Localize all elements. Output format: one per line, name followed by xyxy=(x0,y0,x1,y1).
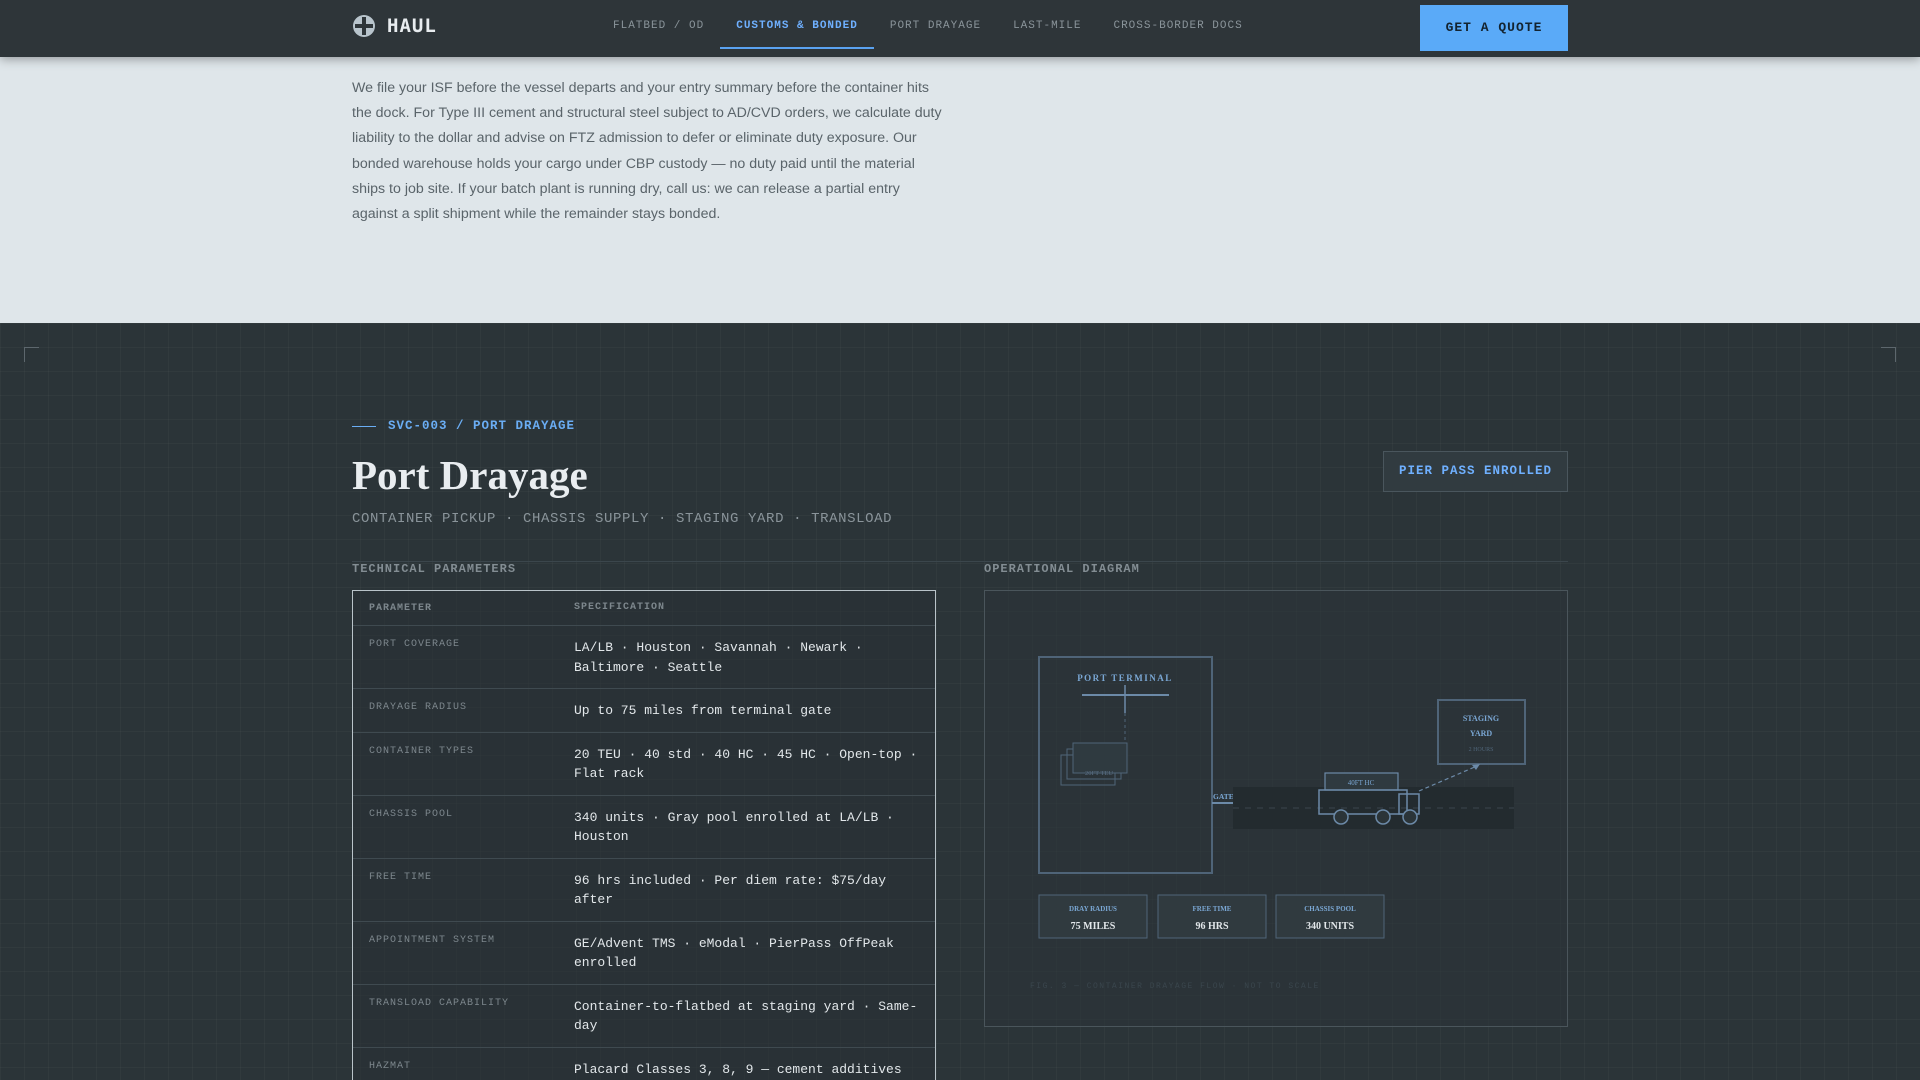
drayage-flow-svg: PORT TERMINAL 20FT TEU GATE 40FT HC STAG… xyxy=(1030,656,1526,991)
row-key: PORT COVERAGE xyxy=(369,639,461,650)
row-value: 20 TEU · 40 std · 40 HC · 45 HC · Open-t… xyxy=(574,746,918,782)
stat-value: 75 MILES xyxy=(1071,921,1116,932)
truck-wheel xyxy=(1375,809,1391,825)
corner-mark xyxy=(24,347,39,362)
staging-yard-sub: 2 HOURS xyxy=(1469,747,1494,753)
logo-icon xyxy=(353,15,375,37)
row-key: DRAYAGE RADIUS xyxy=(369,702,468,713)
row-key: TRANSLOAD CAPABILITY xyxy=(369,997,510,1009)
nav-link-cross-border[interactable]: CROSS-BORDER DOCS xyxy=(1097,0,1258,49)
row-value: 96 hrs included · Per diem rate: $75/day… xyxy=(574,872,887,908)
header-specification: SPECIFICATION xyxy=(574,602,666,614)
stat-value: 96 HRS xyxy=(1195,921,1229,932)
table-row: FREE TIME 96 hrs included · Per diem rat… xyxy=(353,859,935,922)
stack-label: 20FT TEU xyxy=(1085,770,1113,777)
road xyxy=(1233,787,1514,829)
row-value: LA/LB · Houston · Savannah · Newark · Ba… xyxy=(574,640,863,675)
table-row: DRAYAGE RADIUS Up to 75 miles from termi… xyxy=(353,689,935,733)
customs-paragraph: We file your ISF before the vessel depar… xyxy=(352,80,942,223)
service-title: Port Drayage xyxy=(352,452,588,498)
stat-label: CHASSIS POOL xyxy=(1304,905,1356,913)
container-stack-front xyxy=(1072,742,1128,774)
operational-diagram: PORT TERMINAL 20FT TEU GATE 40FT HC STAG… xyxy=(984,590,1568,1027)
pier-pass-badge: PIER PASS ENROLLED xyxy=(1383,451,1568,492)
row-value: Up to 75 miles from terminal gate xyxy=(574,703,832,718)
row-value: 340 units · Gray pool enrolled at LA/LB … xyxy=(574,809,894,845)
top-nav: HAUL FLATBED / OD CUSTOMS & BONDED PORT … xyxy=(0,0,1920,57)
port-terminal-label: PORT TERMINAL xyxy=(1077,673,1173,683)
service-kicker: SVC-003 / PORT DRAYAGE xyxy=(352,419,575,433)
table-row: APPOINTMENT SYSTEM GE/Advent TMS · eModa… xyxy=(353,922,935,985)
divider xyxy=(352,561,1568,562)
logo[interactable]: HAUL xyxy=(353,15,437,37)
table-row: CONTAINER TYPES 20 TEU · 40 std · 40 HC … xyxy=(353,733,935,796)
truck-label: 40FT HC xyxy=(1348,779,1375,787)
table-row: CHASSIS POOL 340 units · Gray pool enrol… xyxy=(353,796,935,859)
row-value: Container-to-flatbed at staging yard · S… xyxy=(574,998,918,1034)
truck-wheel xyxy=(1402,809,1418,825)
nav-links: FLATBED / OD CUSTOMS & BONDED PORT DRAYA… xyxy=(597,0,1259,57)
nav-link-last-mile[interactable]: LAST-MILE xyxy=(997,0,1097,49)
row-value: Placard Classes 3, 8, 9 — cement additiv… xyxy=(574,1061,902,1077)
parameters-table: PARAMETER SPECIFICATION PORT COVERAGE LA… xyxy=(352,590,936,1080)
stat-value: 340 UNITS xyxy=(1306,921,1355,932)
header-parameter: PARAMETER xyxy=(369,602,433,614)
kicker-line xyxy=(352,425,376,427)
diagram-footnote: FIG. 3 — CONTAINER DRAYAGE FLOW · NOT TO… xyxy=(1030,982,1320,991)
staging-yard-label-2: YARD xyxy=(1470,729,1493,738)
diagram-label: OPERATIONAL DIAGRAM xyxy=(984,562,1140,576)
table-row: TRANSLOAD CAPABILITY Container-to-flatbe… xyxy=(353,985,935,1048)
row-value: GE/Advent TMS · eModal · PierPass OffPea… xyxy=(574,935,894,971)
nav-link-customs[interactable]: CUSTOMS & BONDED xyxy=(720,0,874,49)
stat-label: DRAY RADIUS xyxy=(1069,905,1117,913)
params-label: TECHNICAL PARAMETERS xyxy=(352,562,517,576)
truck-wheel xyxy=(1333,809,1349,825)
table-row: PORT COVERAGE LA/LB · Houston · Savannah… xyxy=(353,626,935,689)
gate-label: GATE xyxy=(1213,792,1234,801)
staging-yard-label-1: STAGING xyxy=(1463,714,1499,723)
kicker-text: SVC-003 / PORT DRAYAGE xyxy=(388,419,576,433)
stat-label: FREE TIME xyxy=(1193,905,1232,913)
table-header-row: PARAMETER SPECIFICATION xyxy=(353,591,935,626)
row-key: CHASSIS POOL xyxy=(369,808,454,820)
drayage-section: SVC-003 / PORT DRAYAGE Port Drayage CONT… xyxy=(0,323,1920,1080)
row-key: APPOINTMENT SYSTEM xyxy=(369,934,496,946)
nav-link-flatbed[interactable]: FLATBED / OD xyxy=(597,0,720,49)
row-key: FREE TIME xyxy=(369,871,433,883)
row-key: HAZMAT xyxy=(369,1060,412,1072)
nav-link-drayage[interactable]: PORT DRAYAGE xyxy=(874,0,997,49)
get-quote-button[interactable]: GET A QUOTE xyxy=(1420,5,1568,51)
corner-mark xyxy=(1881,347,1896,362)
row-key: CONTAINER TYPES xyxy=(369,745,475,757)
service-subtitle: CONTAINER PICKUP · CHASSIS SUPPLY · STAG… xyxy=(352,511,893,527)
table-row: HAZMAT Placard Classes 3, 8, 9 — cement … xyxy=(353,1048,935,1080)
logo-text: HAUL xyxy=(387,15,437,37)
